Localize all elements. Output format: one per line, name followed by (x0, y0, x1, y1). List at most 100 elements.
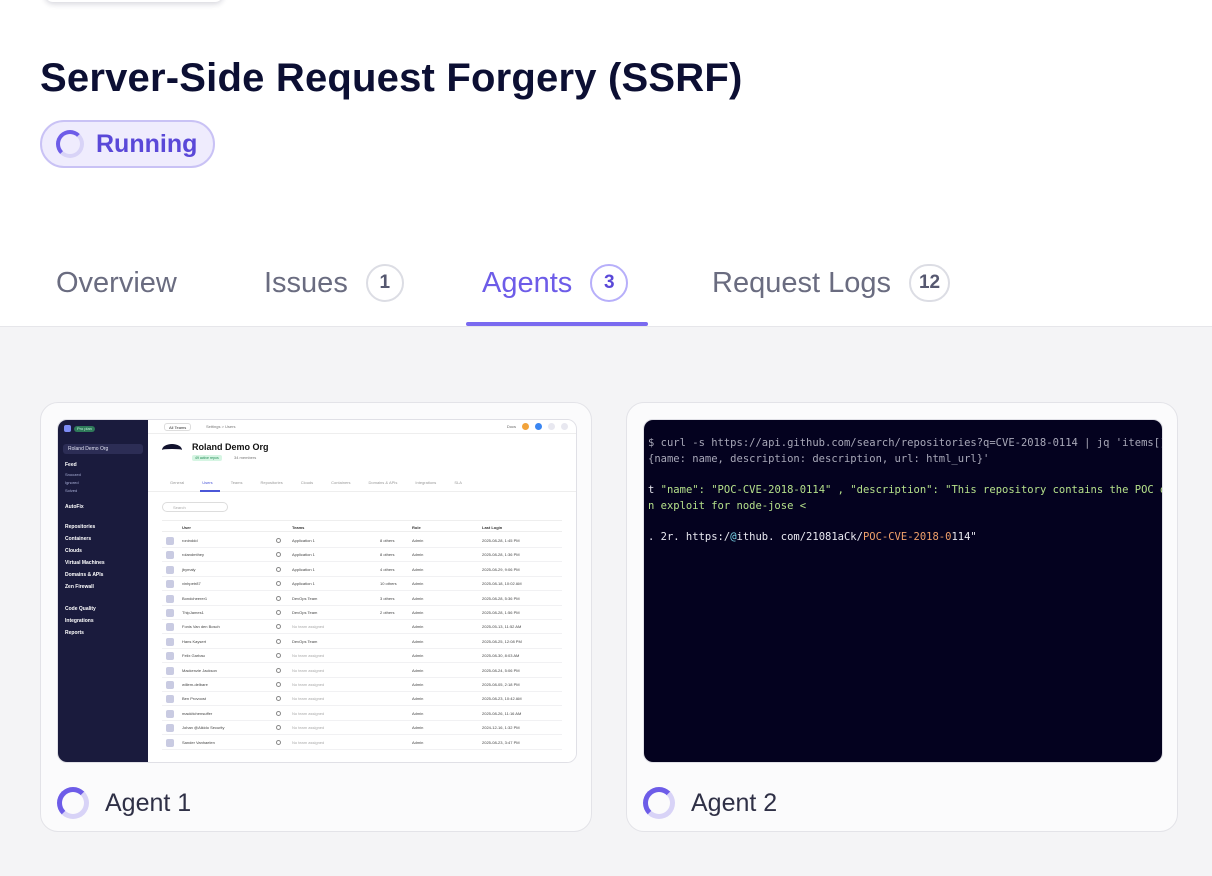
terminal-preview: $ curl -s https://api.github.com/search/… (644, 420, 1162, 762)
table-row: roninddd Application 1 8 others Admin 2025-0… (162, 534, 562, 548)
user-name: Johan @Aikido Security (182, 725, 225, 731)
tab-agents[interactable]: Agents 3 (482, 238, 629, 328)
avatar (166, 594, 174, 603)
github-icon (276, 538, 281, 543)
table-row: Hans Kaysert DevOps Team Admin 2025-08-25, … (162, 635, 562, 649)
terminal-line: n exploit for node-jose < (648, 500, 807, 512)
github-icon (276, 610, 281, 615)
user-role: Admin (412, 682, 424, 687)
terminal-text: t (648, 484, 661, 496)
github-icon (276, 566, 281, 572)
tab-overview[interactable]: Overview (56, 238, 177, 328)
tab-request-logs[interactable]: Request Logs 12 (712, 238, 951, 328)
settings-tab: Teams (230, 480, 243, 485)
user-team: No team assigned (292, 739, 325, 745)
sidebar-sub-solved: Solved (65, 488, 78, 493)
sidebar-item-code-quality: Code Quality (65, 606, 96, 612)
dashboard-preview: Pro plan Roland Demo Org Feed Snoozed Ig… (58, 420, 576, 762)
user-role: Admin (412, 581, 424, 587)
terminal-line: t "name": "POC-CVE-2018-0114" , "descrip… (648, 484, 1162, 496)
user-last-login: 2025-08-18, 10:02 AM (482, 581, 522, 587)
user-team-others: 2 others (380, 610, 395, 615)
agent-1-screenshot: Pro plan Roland Demo Org Feed Snoozed Ig… (57, 419, 577, 763)
github-icon (276, 624, 281, 630)
user-last-login: 2025-08-26, 11:16 AM (482, 710, 522, 716)
table-row: jbymaly Application 1 4 others Admin 2025-08… (162, 563, 562, 577)
user-last-login: 2025-08-25, 12:08 PM (482, 638, 522, 644)
avatar (166, 551, 174, 560)
active-repos-badge: 49 active repos (192, 455, 222, 461)
user-last-login: 2024-12-16, 1:32 PM (482, 725, 520, 731)
user-role: Admin (412, 552, 424, 558)
agent-2-screenshot: $ curl -s https://api.github.com/search/… (643, 419, 1163, 763)
sidebar-item-feed: Feed (65, 462, 77, 468)
github-icon (276, 581, 281, 587)
user-name: rolandmthey (182, 552, 205, 558)
user-last-login: 2025-08-23, 3:47 PM (482, 739, 520, 745)
terminal-text: . 2r. https:/ (648, 531, 731, 543)
avatar (166, 623, 174, 632)
table-row: rolandmthey Application 1 8 others Admin 202… (162, 548, 562, 563)
avatar (166, 738, 174, 747)
agent-card-1[interactable]: Pro plan Roland Demo Org Feed Snoozed Ig… (40, 402, 592, 832)
user-role: Admin (412, 638, 424, 644)
logo-icon (64, 425, 71, 432)
github-icon (276, 682, 281, 687)
user-team: DevOps Team (292, 595, 318, 601)
user-name: Bondcheerer1 (182, 595, 208, 601)
user-name: roninddd (182, 538, 198, 543)
settings-tab: Repositories (260, 480, 283, 485)
sidebar-item-integrations: Integrations (65, 618, 94, 624)
user-team: Application 1 (292, 566, 315, 572)
org-logo (162, 444, 182, 456)
github-icon (276, 710, 281, 716)
user-team-others: 3 others (380, 595, 395, 601)
preview-sidebar: Pro plan Roland Demo Org Feed Snoozed Ig… (58, 420, 148, 762)
agents-panel: Pro plan Roland Demo Org Feed Snoozed Ig… (0, 326, 1212, 876)
agent-card-2[interactable]: $ curl -s https://api.github.com/search/… (626, 402, 1178, 832)
sidebar-item-containers: Containers (65, 536, 92, 542)
topbar-actions: Docs (507, 423, 568, 430)
avatar (166, 681, 174, 689)
tab-count-badge: 12 (908, 264, 951, 302)
table-row: willem-delbare No team assigned Admin 2025-… (162, 678, 562, 692)
terminal-line: $ curl -s https://api.github.com/search/… (648, 437, 1163, 449)
user-last-login: 2025-08-28, 1:36 PM (482, 552, 520, 558)
spinner-icon (57, 787, 89, 819)
avatar (166, 709, 174, 718)
user-team: Application 1 (292, 581, 315, 587)
org-select: Roland Demo Org (63, 444, 143, 454)
tab-label: Overview (56, 266, 177, 299)
table-row: Fonis Van den Bosch No team assigned Admin… (162, 620, 562, 635)
tab-issues[interactable]: Issues 1 (264, 238, 404, 328)
github-icon (276, 653, 281, 659)
column-header: Last Login (482, 525, 503, 530)
user-role: Admin (412, 725, 424, 731)
user-name: Felix Garbau (182, 653, 205, 659)
user-name: Hans Kaysert (182, 638, 207, 644)
user-name: Mackenzie Jackson (182, 667, 217, 673)
user-team-others: 8 others (380, 552, 395, 558)
column-header: User (182, 525, 191, 530)
avatar (166, 565, 174, 574)
sidebar-item-reports: Reports (65, 630, 84, 636)
docs-link: Docs (506, 424, 516, 429)
sidebar-item-repositories: Repositories (65, 524, 96, 530)
agent-card-footer: Agent 1 (57, 787, 191, 819)
search-input: Search (162, 502, 228, 512)
terminal-text: POC-CVE-2018-0 (862, 531, 952, 543)
user-role: Admin (412, 739, 424, 745)
tab-count-badge: 1 (365, 264, 404, 302)
avatar (166, 580, 174, 589)
avatar (166, 724, 174, 733)
settings-tab: SLA (454, 480, 462, 485)
plan-badge: Pro plan (74, 426, 95, 432)
avatar (166, 537, 174, 545)
user-role: Admin (412, 653, 424, 659)
user-role: Admin (412, 667, 424, 673)
user-role: Admin (412, 624, 424, 630)
teams-select: All Teams (164, 423, 192, 431)
user-team-others: 4 others (380, 566, 395, 572)
terminal-line: {name: name, description: description, u… (648, 453, 990, 465)
table-row: Johan @Aikido Security No team assigned Ad… (162, 721, 562, 736)
